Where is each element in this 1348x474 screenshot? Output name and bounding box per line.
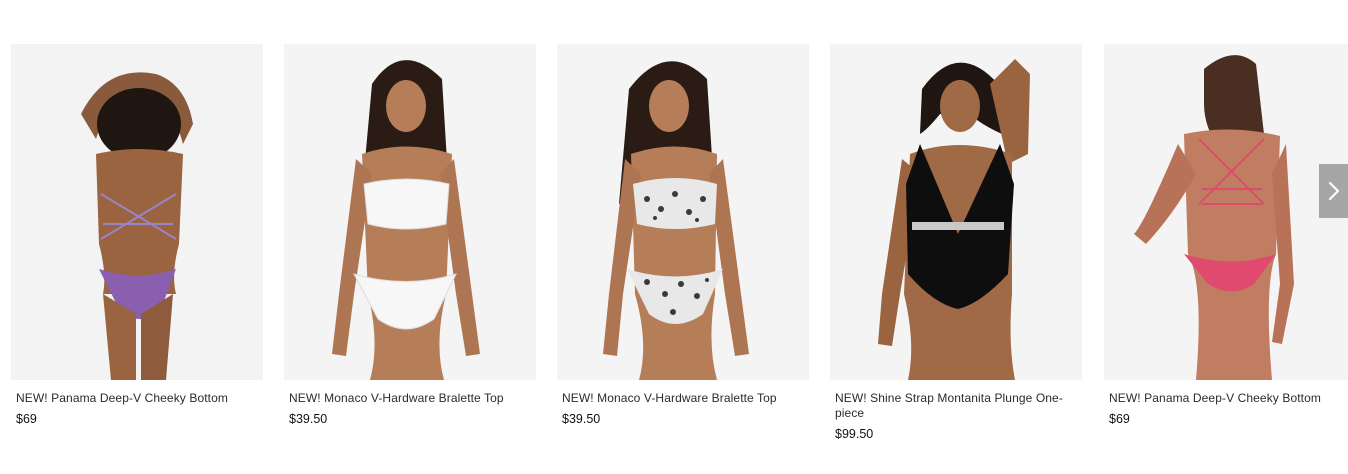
product-image[interactable] bbox=[830, 44, 1082, 380]
product-name[interactable]: NEW! Monaco V-Hardware Bralette Top bbox=[284, 391, 519, 406]
product-name[interactable]: NEW! Shine Strap Montanita Plunge One-pi… bbox=[830, 391, 1065, 421]
model-front-view-illustration bbox=[830, 44, 1082, 380]
product-card[interactable]: NEW! Monaco V-Hardware Bralette Top $39.… bbox=[557, 44, 809, 426]
product-image[interactable] bbox=[1104, 44, 1348, 380]
product-image[interactable] bbox=[284, 44, 536, 380]
model-back-view-illustration bbox=[11, 44, 263, 380]
product-card[interactable]: NEW! Shine Strap Montanita Plunge One-pi… bbox=[830, 44, 1082, 441]
product-price: $39.50 bbox=[562, 412, 601, 426]
product-carousel: NEW! Panama Deep-V Cheeky Bottom $69 NEW… bbox=[0, 0, 1348, 474]
model-front-view-illustration bbox=[557, 44, 809, 380]
product-price: $99.50 bbox=[835, 427, 874, 441]
product-image[interactable] bbox=[557, 44, 809, 380]
chevron-right-icon bbox=[1328, 181, 1339, 201]
product-name[interactable]: NEW! Panama Deep-V Cheeky Bottom bbox=[1104, 391, 1339, 406]
product-price: $69 bbox=[1109, 412, 1130, 426]
model-front-view-illustration bbox=[284, 44, 536, 380]
product-name[interactable]: NEW! Panama Deep-V Cheeky Bottom bbox=[11, 391, 246, 406]
product-name[interactable]: NEW! Monaco V-Hardware Bralette Top bbox=[557, 391, 792, 406]
product-price: $69 bbox=[16, 412, 37, 426]
product-card[interactable]: NEW! Panama Deep-V Cheeky Bottom $69 bbox=[11, 44, 263, 426]
model-back-view-illustration bbox=[1104, 44, 1348, 380]
carousel-next-button[interactable] bbox=[1319, 164, 1348, 218]
product-card[interactable]: NEW! Panama Deep-V Cheeky Bottom $69 bbox=[1104, 44, 1348, 426]
product-image[interactable] bbox=[11, 44, 263, 380]
product-card[interactable]: NEW! Monaco V-Hardware Bralette Top $39.… bbox=[284, 44, 536, 426]
product-price: $39.50 bbox=[289, 412, 328, 426]
